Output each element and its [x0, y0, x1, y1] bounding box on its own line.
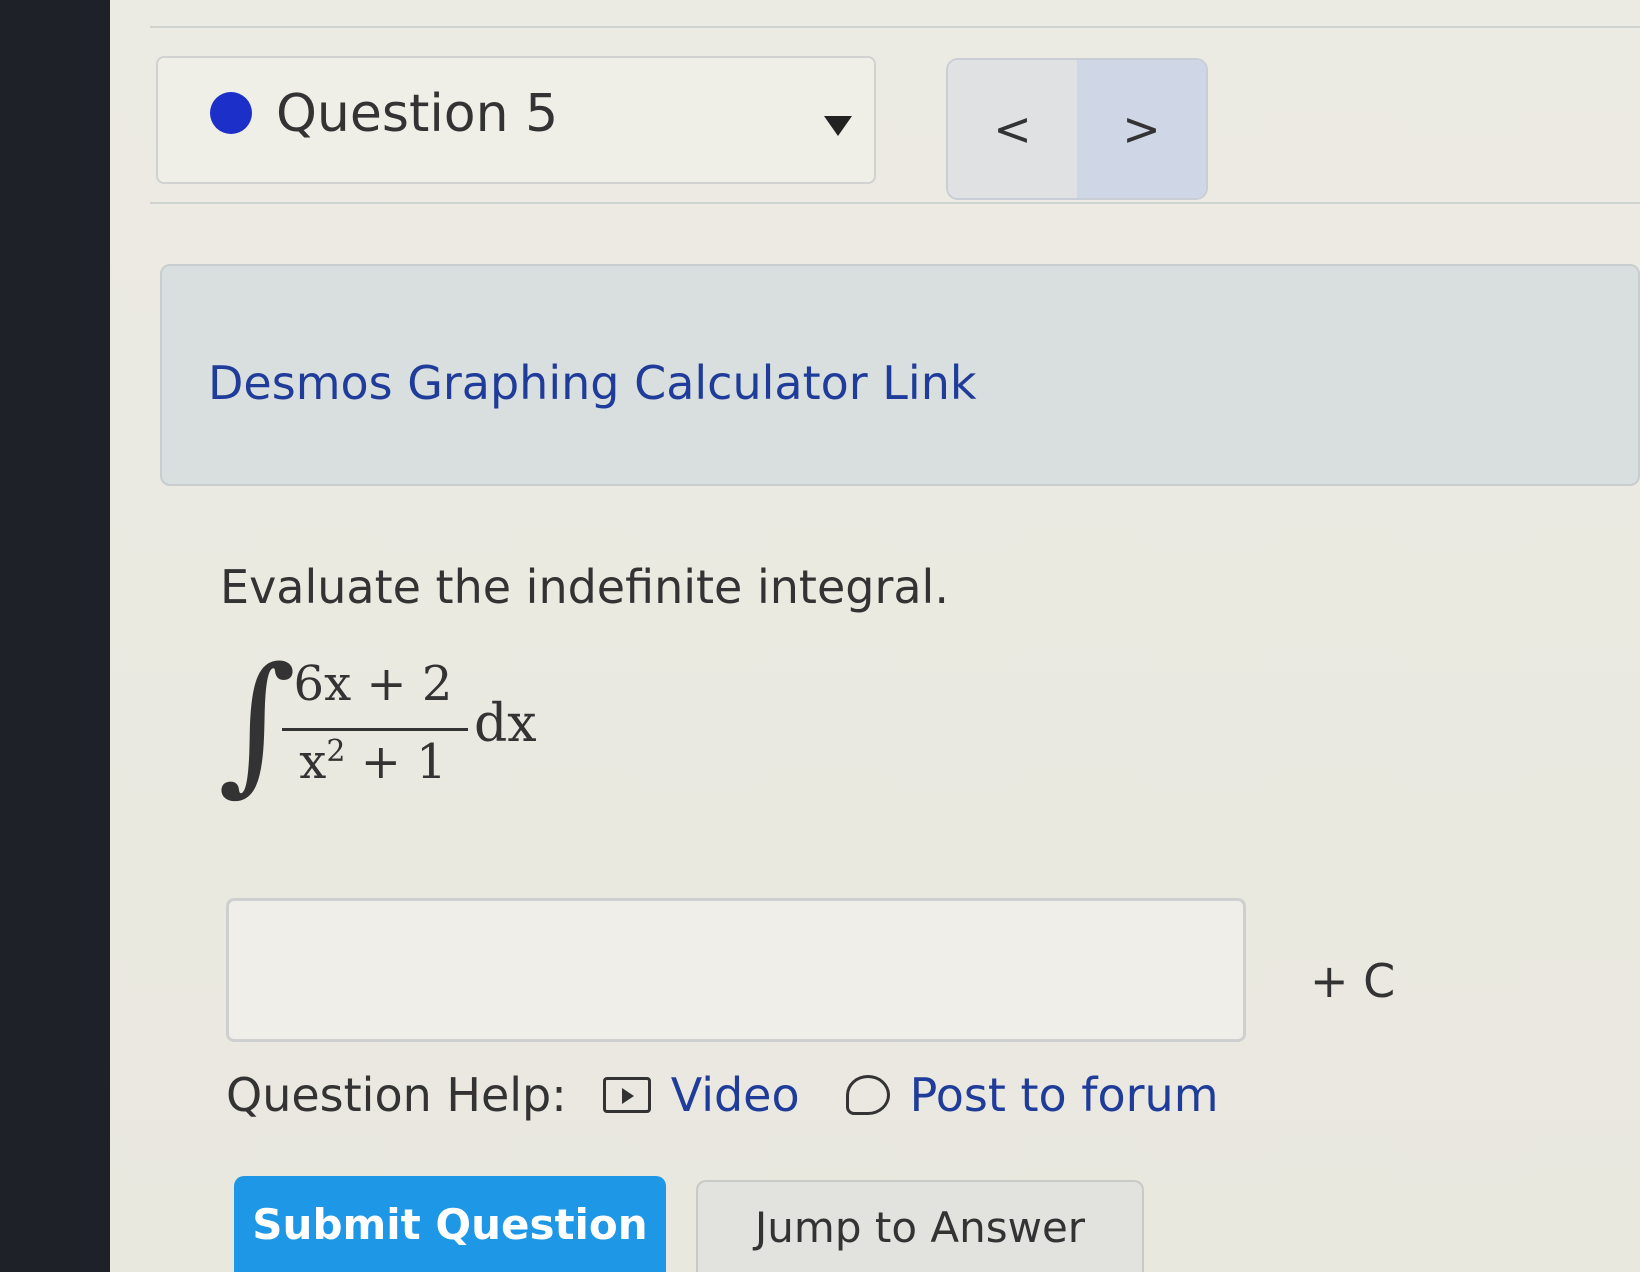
question-selector[interactable]: Question 5 — [156, 56, 876, 184]
question-nav: < > — [946, 58, 1208, 200]
denominator-base: x — [299, 734, 327, 790]
caret-down-icon[interactable] — [824, 116, 852, 136]
video-icon[interactable] — [602, 1077, 651, 1113]
video-link[interactable]: Video — [671, 1068, 800, 1122]
integral-denominator: x2 + 1 — [288, 734, 458, 790]
question-page: Question 5 < > Desmos Graphing Calculato… — [110, 0, 1640, 1272]
header-divider — [150, 202, 1640, 204]
next-question-button[interactable]: > — [1077, 60, 1206, 198]
denominator-exponent: 2 — [326, 734, 346, 769]
question-prompt: Evaluate the indefinite integral. — [220, 560, 949, 614]
integral-sign: ∫ — [218, 636, 297, 810]
integral-differential: dx — [474, 694, 537, 754]
constant-suffix: + C — [1310, 954, 1396, 1008]
integral-expression: ∫ 6x + 2 x2 + 1 dx — [218, 636, 738, 820]
calculator-link-panel: Desmos Graphing Calculator Link — [160, 264, 1640, 486]
forum-icon[interactable] — [845, 1075, 890, 1115]
jump-to-answer-button[interactable]: Jump to Answer — [696, 1180, 1144, 1272]
desmos-calculator-link[interactable]: Desmos Graphing Calculator Link — [208, 356, 977, 410]
answer-input[interactable] — [226, 898, 1246, 1042]
fraction-bar — [282, 728, 468, 731]
post-to-forum-link[interactable]: Post to forum — [910, 1068, 1219, 1122]
question-help-label: Question Help: — [226, 1068, 567, 1122]
previous-question-button[interactable]: < — [948, 60, 1077, 198]
submit-question-button[interactable]: Submit Question — [234, 1176, 666, 1272]
integral-numerator: 6x + 2 — [293, 656, 453, 712]
question-selector-label: Question 5 — [276, 84, 559, 144]
top-divider — [150, 26, 1640, 28]
question-help: Question Help: Video Post to forum — [226, 1060, 1219, 1130]
status-dot-icon — [210, 92, 252, 134]
denominator-rest: + 1 — [345, 734, 447, 790]
